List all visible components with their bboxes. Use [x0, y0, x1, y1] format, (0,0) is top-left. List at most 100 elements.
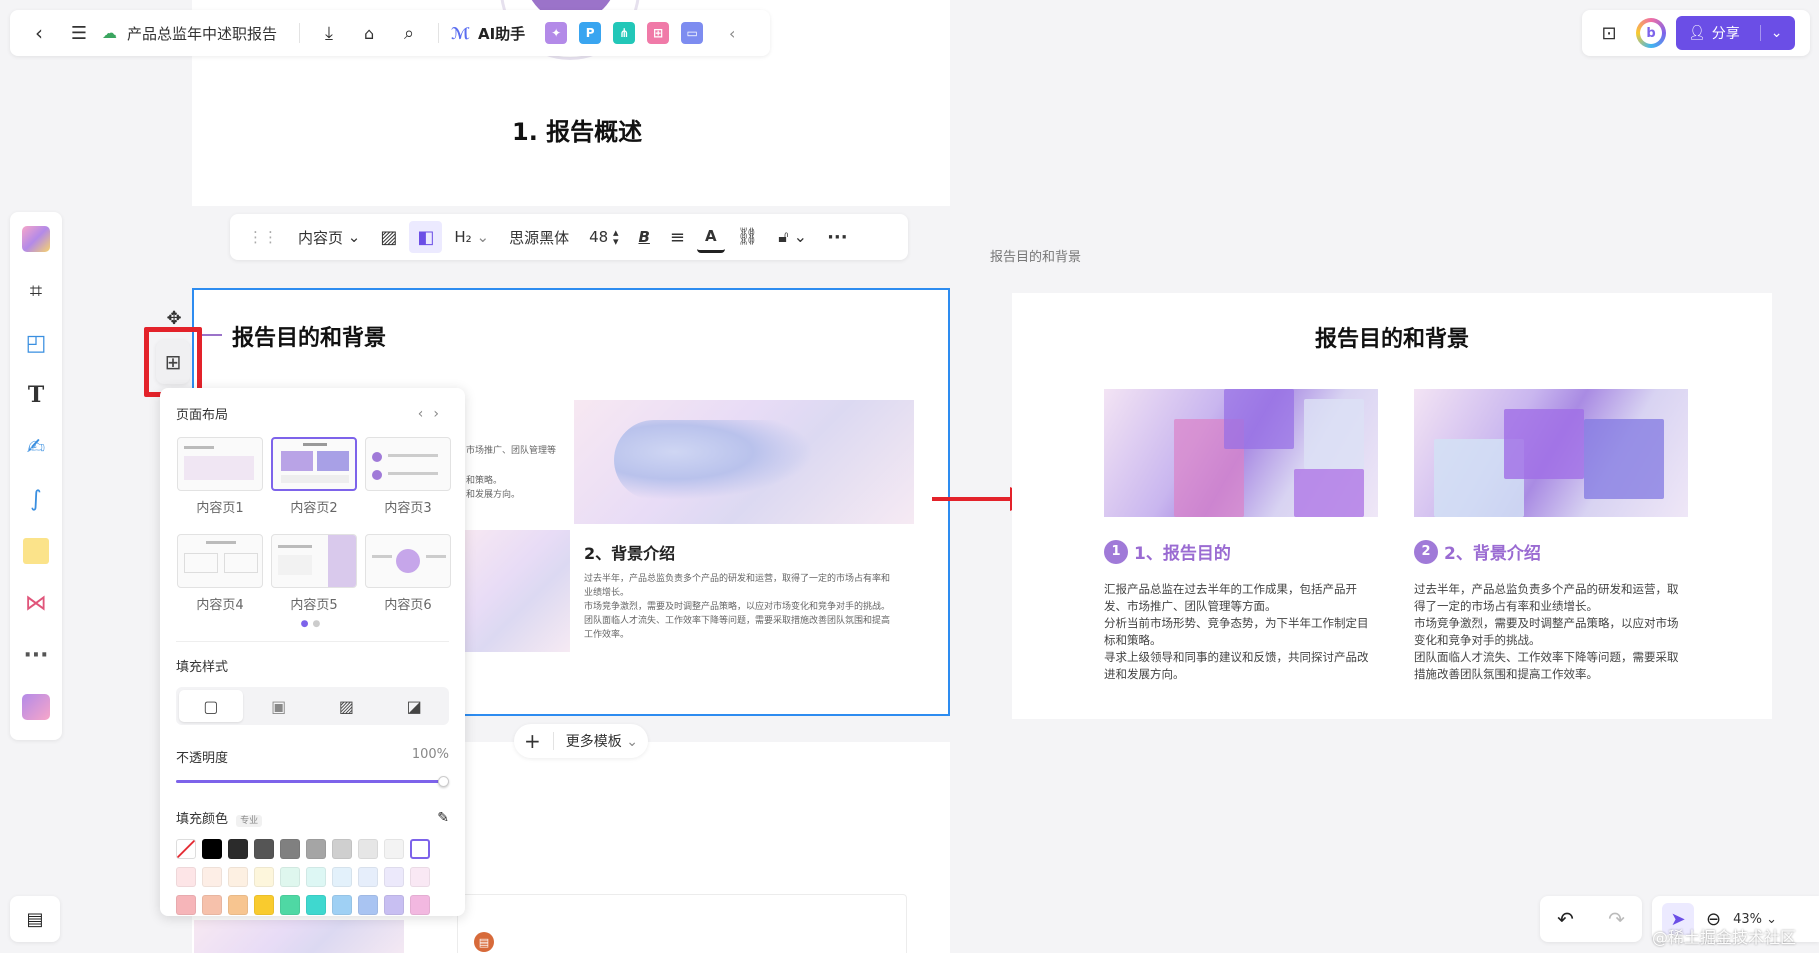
undo-icon[interactable]: ↶: [1557, 907, 1574, 931]
color-swatch[interactable]: [384, 839, 404, 859]
slide-image-top: [574, 400, 914, 524]
color-swatch[interactable]: [228, 867, 248, 887]
color-swatch[interactable]: [280, 895, 300, 915]
background-fill-icon[interactable]: ▨: [372, 221, 405, 253]
link-icon[interactable]: ⛓: [729, 221, 767, 253]
layout-thumb: [365, 437, 451, 491]
opacity-slider[interactable]: [176, 776, 449, 787]
slide-image-bottom: [464, 530, 570, 652]
chevron-down-icon[interactable]: ⌄: [1759, 25, 1783, 41]
avatar[interactable]: b: [1636, 18, 1666, 48]
color-swatch[interactable]: [202, 839, 222, 859]
color-swatch[interactable]: [202, 867, 222, 887]
color-swatch[interactable]: [384, 867, 404, 887]
color-swatch[interactable]: [280, 867, 300, 887]
document-title[interactable]: 产品总监年中述职报告: [127, 23, 277, 44]
tag-icon[interactable]: ⌂: [352, 16, 386, 50]
minimap-button[interactable]: ▤: [10, 896, 60, 942]
image-gen-icon[interactable]: ✦: [545, 22, 568, 44]
fill-none-option[interactable]: ▢: [179, 690, 243, 722]
color-swatch[interactable]: [176, 895, 196, 915]
heading-level-select[interactable]: H₂ ⌄: [446, 221, 497, 253]
color-swatch[interactable]: [280, 839, 300, 859]
frame-icon[interactable]: ⌗: [16, 270, 56, 312]
stepper-icon[interactable]: ▴ ▾: [613, 227, 619, 247]
more-icon[interactable]: ···: [819, 221, 856, 253]
font-family-select[interactable]: 思源黑体: [501, 221, 577, 253]
comment-icon[interactable]: ▤: [474, 932, 494, 952]
chat-app-icon[interactable]: ▭: [681, 22, 704, 44]
align-center-icon[interactable]: ≡: [662, 221, 693, 253]
layout-option-5[interactable]: 内容页5: [270, 534, 358, 627]
plugin-icon[interactable]: [16, 686, 56, 728]
collapse-icon[interactable]: ‹: [715, 16, 749, 50]
color-swatch[interactable]: [332, 867, 352, 887]
layout-option-2[interactable]: 内容页2: [270, 437, 358, 530]
color-swatch[interactable]: [410, 895, 430, 915]
color-swatch[interactable]: [358, 839, 378, 859]
color-swatch[interactable]: [254, 895, 274, 915]
flow-app-icon[interactable]: ⊞: [647, 22, 670, 44]
fill-style-label: 填充样式: [176, 660, 229, 675]
preview-section-2-body: 过去半年，产品总监负责多个产品的研发和运营，取 得了一定的市场占有率和业绩增长。…: [1414, 582, 1679, 681]
color-swatch[interactable]: [358, 867, 378, 887]
layout-option-4[interactable]: 内容页4: [176, 534, 264, 627]
color-swatch[interactable]: [228, 895, 248, 915]
color-swatch[interactable]: [410, 867, 430, 887]
fill-pattern-option[interactable]: ▨: [315, 690, 379, 722]
pen-icon[interactable]: ✍: [16, 426, 56, 468]
color-swatch[interactable]: [254, 839, 274, 859]
text-icon[interactable]: T: [16, 374, 56, 416]
next-page-icon[interactable]: ›: [433, 406, 449, 422]
drag-handle-icon[interactable]: ⋮⋮: [240, 221, 286, 253]
search-icon[interactable]: ⌕: [392, 16, 426, 50]
color-swatch[interactable]: [176, 867, 196, 887]
sticky-note-icon[interactable]: [16, 530, 56, 572]
page-type-select[interactable]: 内容页 ⌄: [290, 221, 368, 253]
fill-image-option[interactable]: ◪: [382, 690, 446, 722]
layout-option-6[interactable]: 内容页6: [364, 534, 452, 627]
layout-option-1[interactable]: 内容页1: [176, 437, 264, 530]
opacity-slider-knob[interactable]: [438, 776, 449, 787]
back-icon[interactable]: ‹: [22, 16, 56, 50]
menu-icon[interactable]: ☰: [62, 16, 96, 50]
gift-icon[interactable]: ⊡: [1592, 16, 1626, 50]
color-swatch[interactable]: [306, 895, 326, 915]
share-button[interactable]: 👤︎ 分享 ⌄: [1676, 16, 1795, 50]
color-swatch[interactable]: [410, 839, 430, 859]
color-swatch[interactable]: [332, 895, 352, 915]
download-icon[interactable]: ⤓: [312, 16, 346, 50]
redo-icon[interactable]: ↷: [1608, 907, 1625, 931]
slide-heading: 1. 报告概述: [512, 118, 643, 146]
eyedropper-icon[interactable]: ✎: [437, 810, 449, 826]
preview-section-2-title: 2 2、背景介绍: [1414, 539, 1541, 564]
text-color-icon[interactable]: A: [697, 221, 725, 253]
template-icon[interactable]: [16, 218, 56, 260]
bold-icon[interactable]: B: [630, 221, 657, 253]
ai-assistant-button[interactable]: AI助手: [478, 23, 525, 44]
slide-preview[interactable]: 报告目的和背景 1 1、报告目的 汇报产品总监在过去半年的工作成果，包括产品开 …: [1012, 293, 1772, 719]
color-swatch[interactable]: [228, 839, 248, 859]
layout-option-3[interactable]: 内容页3: [364, 437, 452, 530]
p-app-icon[interactable]: P: [579, 22, 602, 44]
add-slide-icon[interactable]: +: [524, 729, 541, 753]
more-templates-button[interactable]: 更多模板 ⌄: [566, 731, 638, 751]
font-size-input[interactable]: 48 ▴ ▾: [581, 221, 626, 253]
shape-icon[interactable]: ◰: [16, 322, 56, 364]
color-swatch[interactable]: [358, 895, 378, 915]
color-swatch[interactable]: [254, 867, 274, 887]
connector-icon[interactable]: ∫: [16, 478, 56, 520]
layout-toggle-icon[interactable]: ◧: [409, 221, 443, 253]
prev-page-icon[interactable]: ‹: [418, 406, 434, 422]
lock-icon[interactable]: 🔓︎ ⌄: [770, 221, 815, 253]
more-tools-icon[interactable]: ···: [16, 634, 56, 676]
fill-solid-option[interactable]: ▣: [247, 690, 311, 722]
mindmap-icon[interactable]: ⋈: [16, 582, 56, 624]
color-swatch[interactable]: [306, 839, 326, 859]
color-swatch[interactable]: [306, 867, 326, 887]
color-swatch[interactable]: [332, 839, 352, 859]
mindmap-app-icon[interactable]: ⋔: [613, 22, 636, 44]
color-swatch[interactable]: [176, 839, 196, 859]
color-swatch[interactable]: [384, 895, 404, 915]
color-swatch[interactable]: [202, 895, 222, 915]
